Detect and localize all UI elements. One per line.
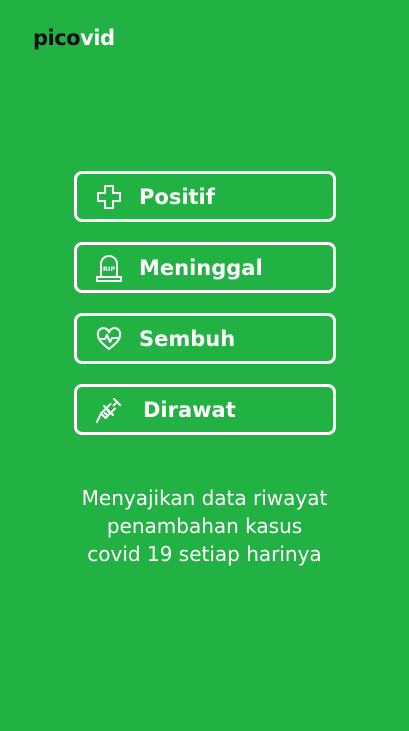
app-logo: picovid xyxy=(33,24,115,52)
plus-icon xyxy=(94,182,124,212)
dirawat-label: Dirawat xyxy=(143,397,236,422)
tombstone-text: RIP xyxy=(103,265,115,273)
tagline-line-3: covid 19 setiap harinya xyxy=(87,542,322,566)
positif-label: Positif xyxy=(139,184,215,209)
positif-button[interactable]: Positif xyxy=(74,171,336,222)
sembuh-button[interactable]: Sembuh xyxy=(74,313,336,364)
logo-text-vid: vid xyxy=(80,26,115,50)
meninggal-label: Meninggal xyxy=(139,255,263,280)
tombstone-icon: RIP xyxy=(94,253,124,283)
tagline-line-2: penambahan kasus xyxy=(106,514,303,538)
meninggal-button[interactable]: RIP Meninggal xyxy=(74,242,336,293)
tagline: Menyajikan data riwayat penambahan kasus… xyxy=(0,484,409,568)
sembuh-label: Sembuh xyxy=(139,326,236,351)
dirawat-button[interactable]: Dirawat xyxy=(74,384,336,435)
tagline-line-1: Menyajikan data riwayat xyxy=(81,486,328,510)
main-menu: Positif RIP Meninggal Sembuh Dirawat xyxy=(74,171,336,435)
heart-pulse-icon xyxy=(94,324,124,354)
syringe-icon xyxy=(94,395,124,425)
logo-text-pico: pico xyxy=(33,26,81,50)
